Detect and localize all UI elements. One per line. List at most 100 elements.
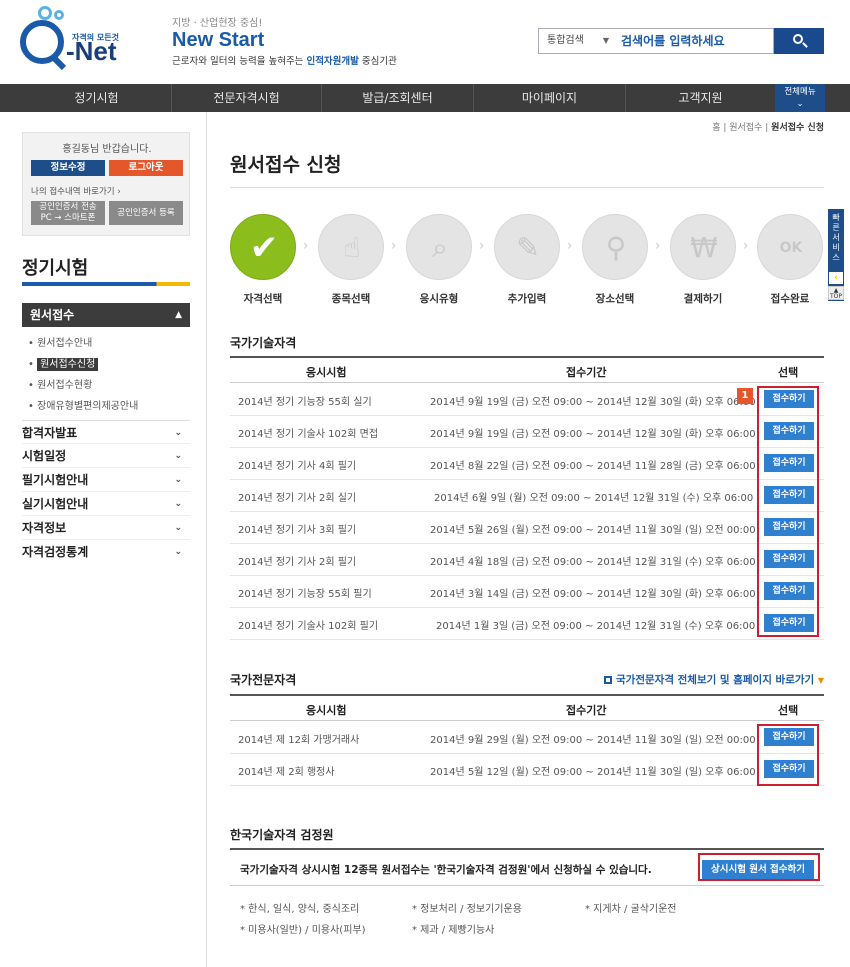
logo-q-mark [20,20,64,64]
exam-period: 2014년 8월 22일 (금) 오전 09:00 ~ 2014년 11월 28… [430,461,756,472]
arrow-circle-icon: › [117,187,121,197]
exam-period: 2014년 9월 19일 (금) 오전 09:00 ~ 2014년 12월 30… [430,429,756,440]
sidebar-menu-written[interactable]: 필기시험안내 ⌄ [22,468,190,492]
submenu-label: 장애유형별편의제공안내 [37,401,139,412]
section-title-national: 국가기술자격 [230,336,297,350]
chevron-down-icon: ⌄ [796,99,804,109]
gnb-item-issuance[interactable]: 발급/조회센터 [322,84,474,112]
exam-name: 2014년 제 12회 가맹거래사 [238,735,360,746]
quick-service-label: 빠른서비스 [832,213,840,262]
column-header: 접수기간 [566,704,607,717]
gnb-item-support[interactable]: 고객지원 [626,84,775,112]
table-row: 2014년 정기 기사 2회 필기 2014년 4월 18일 (금) 오전 09:… [230,544,824,576]
sidebar-menu-label: 시험일정 [22,449,67,463]
my-application-shortcut[interactable]: 나의 접수내역 바로가기 › [31,185,121,197]
chevron-right-icon: › [655,238,661,254]
table-row: 2014년 정기 기사 4회 필기 2014년 8월 22일 (금) 오전 09:… [230,448,824,480]
sidebar-menu-results[interactable]: 합격자발표 ⌄ [22,420,190,444]
table-row: 2014년 정기 기능장 55회 실기 2014년 9월 19일 (금) 오전 0… [230,384,824,416]
chevron-left-icon[interactable]: ‹ [828,271,844,285]
breadcrumb-parent[interactable]: 원서접수 [729,123,762,133]
highlight-box [757,386,819,637]
check-icon: ✔ [249,228,279,268]
note-item: * 제과 / 제빵기능사 [412,925,495,936]
exam-name: 2014년 정기 기사 2회 실기 [238,493,357,504]
slogan-desc: 근로자와 일터의 능력을 높혀주는 인적자원개발 중심기관 [172,53,397,67]
step-badge: 1 [737,388,753,404]
search-scope-select[interactable]: 통합검색 ▼ [539,29,615,53]
sidebar-menu-label: 합격자발표 [22,426,78,440]
breadcrumb: 홈 | 원서접수 | 원서접수 신청 [712,123,824,133]
search-input[interactable]: 검색어를 입력하세요 [621,29,771,53]
submenu-label: 원서접수안내 [37,338,93,349]
won-coin-icon: ₩ [690,231,718,264]
chevron-down-icon: ⌄ [174,523,182,533]
exam-name: 2014년 정기 기능장 55회 필기 [238,589,372,600]
gnb-item-regular-exam[interactable]: 정기시험 [22,84,172,112]
breadcrumb-home[interactable]: 홈 [712,123,720,133]
step-qualification: ✔ [230,214,296,280]
all-menu-button[interactable]: 전체메뉴 ⌄ [775,84,825,112]
slogan: 지방 · 산업현장 중심! New Start 근로자와 일터의 능력을 높혀주… [172,14,397,67]
sidebar-menu-schedule[interactable]: 시험일정 ⌄ [22,444,190,468]
exam-period: 2014년 4월 18일 (금) 오전 09:00 ~ 2014년 12월 31… [430,557,756,568]
step-label: 종목선택 [331,293,371,305]
step-location: ⚲ [582,214,648,280]
search-icon [793,34,803,44]
logout-button[interactable]: 로그아웃 [109,160,183,176]
exam-name: 2014년 정기 기술사 102회 필기 [238,621,379,632]
cert-transfer-sub: PC → 스마트폰 [40,213,96,223]
column-header: 응시시험 [306,366,347,379]
professional-link[interactable]: 국가전문자격 전체보기 및 홈페이지 바로가기 ▼ [604,672,824,687]
step-label: 결제하기 [683,293,723,305]
submenu-accessibility[interactable]: • 장애유형별편의제공안내 [28,397,138,412]
step-payment: ₩ [670,214,736,280]
sidebar-menu-label: 실기시험안내 [22,497,89,511]
gnb-item-professional-exam[interactable]: 전문자격시험 [172,84,322,112]
note-item: * 한식, 일식, 양식, 중식조리 [240,904,360,915]
cert-register-button[interactable]: 공인인증서 등록 [109,201,183,225]
sidebar-menu-qualification-info[interactable]: 자격정보 ⌄ [22,516,190,540]
sidebar: 홍길동님 반갑습니다. 정보수정 로그아웃 나의 접수내역 바로가기 › 공인인… [0,112,207,967]
chevron-down-icon: ⌄ [174,475,182,485]
top-button[interactable]: ▲ TOP [828,286,844,300]
submenu-apply[interactable]: • 원서접수신청 [28,355,99,371]
submenu-guide[interactable]: • 원서접수안내 [28,334,92,349]
step-input: ✎ [494,214,560,280]
note-item: * 정보처리 / 정보기기운용 [412,904,522,915]
exam-name: 2014년 정기 기사 2회 필기 [238,557,357,568]
exam-name: 2014년 제 2회 행정사 [238,767,335,778]
submenu-status[interactable]: • 원서접수현황 [28,376,92,391]
highlight-box [698,853,820,881]
chevron-right-icon: › [303,238,309,254]
sidebar-menu-practical[interactable]: 실기시험안내 ⌄ [22,492,190,516]
greeting: 홍길동님 반갑습니다. [62,144,152,155]
note-item: * 미용사(일반) / 미용사(피부) [240,925,366,936]
grid-icon [604,676,613,684]
slogan-desc-text: 중심기관 [358,56,397,67]
breadcrumb-current: 원서접수 신청 [771,123,824,133]
table-header: 응시시험 접수기간 선택 [230,694,824,721]
sidebar-menu-statistics[interactable]: 자격검정통계 ⌄ [22,540,190,564]
chevron-down-icon: ⌄ [174,451,182,461]
submenu-label: 원서접수현황 [37,380,93,391]
qnet-logo[interactable]: 자격의 모든것 -Net [20,6,150,68]
column-header: 응시시험 [306,704,347,717]
gnb-item-mypage[interactable]: 마이페이지 [474,84,626,112]
edit-info-button[interactable]: 정보수정 [31,160,105,176]
shortcut-label: 나의 접수내역 바로가기 [31,187,115,197]
sidebar-menu-application[interactable]: 원서접수 ▲ [22,303,190,327]
chevron-down-icon: ⌄ [174,428,182,438]
pencil-icon: ✎ [516,231,540,264]
note-item: * 지게차 / 굴삭기운전 [585,904,677,915]
table-row: 2014년 제 2회 행정사 2014년 5월 12일 (월) 오전 09:00 … [230,754,824,786]
search-button[interactable] [774,28,824,54]
logo-dot [38,6,52,20]
exam-period: 2014년 5월 26일 (월) 오전 09:00 ~ 2014년 11월 30… [430,525,756,536]
sidebar-title-underline [22,282,190,286]
cert-transfer-button[interactable]: 공인인증서 전송 PC → 스마트폰 [31,201,105,225]
login-box: 홍길동님 반갑습니다. 정보수정 로그아웃 나의 접수내역 바로가기 › 공인인… [22,132,190,236]
exam-name: 2014년 정기 기사 3회 필기 [238,525,357,536]
column-header: 선택 [778,704,799,717]
table-row: 2014년 정기 기능장 55회 필기 2014년 3월 14일 (금) 오전 0… [230,576,824,608]
